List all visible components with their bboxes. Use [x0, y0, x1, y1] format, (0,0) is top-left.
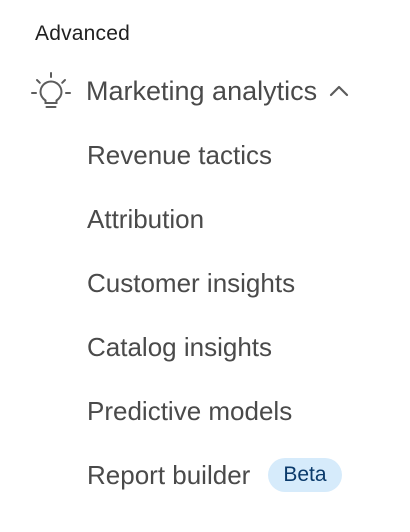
menu-item-label: Revenue tactics	[87, 139, 272, 170]
lightbulb-icon	[28, 68, 74, 114]
menu-item-label: Predictive models	[87, 395, 293, 426]
menu-item-catalog-insights[interactable]: Catalog insights	[87, 315, 342, 379]
menu-item-predictive-models[interactable]: Predictive models	[87, 379, 342, 443]
marketing-analytics-toggle[interactable]: Marketing analytics	[28, 68, 351, 114]
menu-item-label: Report builder	[87, 459, 251, 490]
menu-item-attribution[interactable]: Attribution	[87, 187, 342, 251]
beta-badge: Beta	[268, 458, 342, 492]
menu-item-customer-insights[interactable]: Customer insights	[87, 251, 342, 315]
menu-item-report-builder[interactable]: Report builder Beta	[87, 443, 342, 507]
group-label: Marketing analytics	[86, 75, 318, 106]
section-title: Advanced	[35, 22, 131, 45]
menu-item-label: Attribution	[87, 203, 205, 234]
menu-item-revenue-tactics[interactable]: Revenue tactics	[87, 123, 342, 187]
chevron-up-icon[interactable]	[327, 79, 351, 103]
menu-item-label: Customer insights	[87, 267, 296, 298]
menu-item-label: Catalog insights	[87, 331, 272, 362]
submenu-list: Revenue tactics Attribution Customer ins…	[87, 123, 342, 507]
